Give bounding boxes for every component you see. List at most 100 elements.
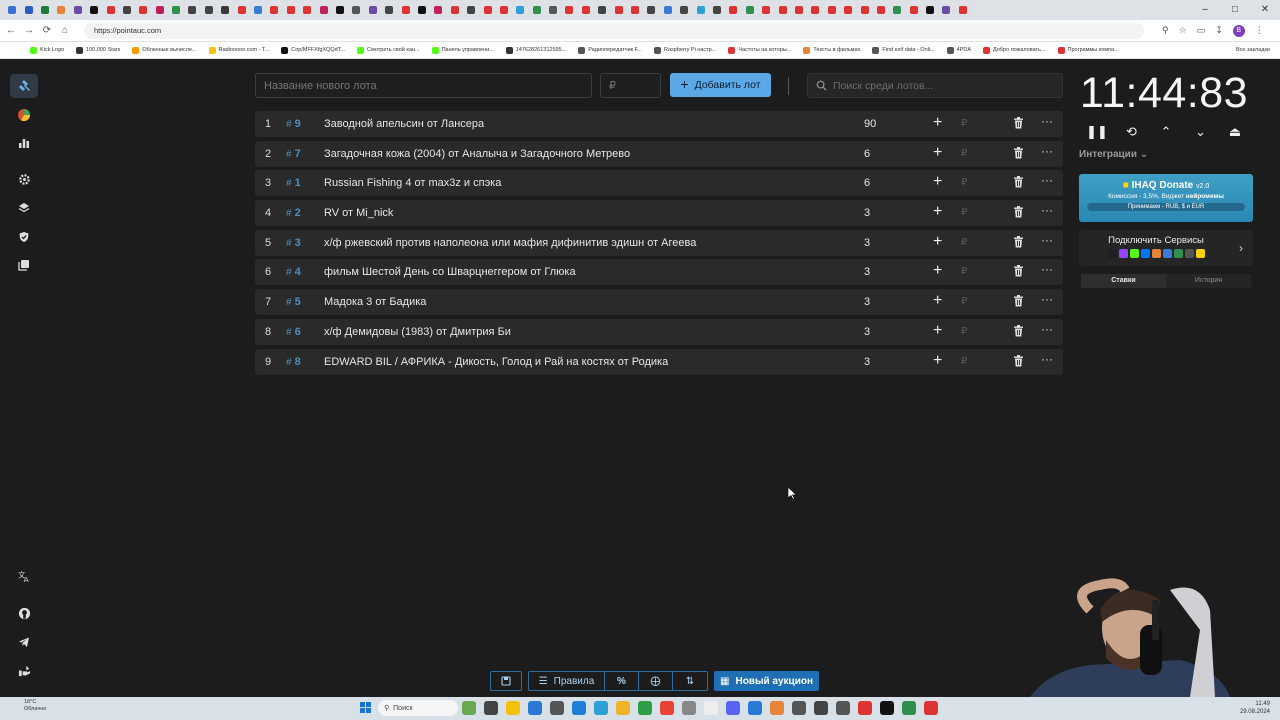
more-options-icon[interactable]: ··· (1041, 292, 1053, 306)
taskbar-app-icon[interactable] (682, 701, 696, 715)
lot-amount[interactable]: 3 (864, 237, 870, 249)
chevron-down-icon[interactable]: ⌄ (1190, 124, 1212, 140)
taskbar-app-icon[interactable] (528, 701, 542, 715)
more-options-icon[interactable]: ··· (1041, 233, 1053, 247)
bookmark-item[interactable]: Частоты на которы... (728, 46, 791, 54)
browser-tab[interactable] (463, 0, 479, 20)
browser-tab[interactable] (824, 0, 840, 20)
sidebar-wheel-button[interactable] (10, 103, 38, 127)
add-amount-button[interactable]: + (933, 352, 942, 370)
lot-name[interactable]: Загадочная кожа (2004) от Аналыча и Зага… (324, 148, 630, 160)
taskbar-app-icon[interactable] (858, 701, 872, 715)
add-amount-button[interactable]: + (933, 203, 942, 221)
more-options-icon[interactable]: ··· (1041, 114, 1053, 128)
taskbar-app-icon[interactable] (506, 701, 520, 715)
browser-tab[interactable] (676, 0, 692, 20)
browser-tab[interactable] (692, 0, 708, 20)
more-options-icon[interactable]: ··· (1041, 352, 1053, 366)
lot-amount[interactable]: 3 (864, 266, 870, 278)
browser-tab[interactable] (725, 0, 741, 20)
lot-name[interactable]: Russian Fishing 4 от max3z и спэка (324, 177, 501, 189)
connect-services-card[interactable]: Подключить Сервисы › (1079, 230, 1253, 266)
browser-tab[interactable] (37, 0, 53, 20)
browser-tab[interactable] (709, 0, 725, 20)
browser-tab[interactable] (201, 0, 217, 20)
taskbar-app-icon[interactable] (814, 701, 828, 715)
sidebar-auction-button[interactable] (10, 74, 38, 98)
menu-icon[interactable]: ⋮ (1255, 25, 1264, 36)
add-amount-button[interactable]: + (933, 114, 942, 132)
lot-amount[interactable]: 90 (864, 118, 876, 130)
delete-lot-button[interactable] (1013, 324, 1024, 340)
delete-lot-button[interactable] (1013, 146, 1024, 162)
url-field[interactable]: https://pointauc.com (84, 22, 1144, 39)
bookmark-item[interactable]: 100,000 Stars (76, 46, 120, 54)
browser-tab[interactable] (217, 0, 233, 20)
new-lot-name-input[interactable] (255, 73, 592, 98)
browser-tab[interactable] (742, 0, 758, 20)
new-auction-button[interactable]: ▦ Новый аукцион (714, 671, 819, 691)
bookmark-item[interactable]: Тексты в фильмах (803, 46, 860, 54)
bookmark-item[interactable]: Find exif data - Onli... (872, 46, 935, 54)
more-options-icon[interactable]: ··· (1041, 322, 1053, 336)
browser-tab[interactable] (397, 0, 413, 20)
weather-widget[interactable]: 18°C Облачно (24, 699, 46, 713)
taskbar-app-icon[interactable] (836, 701, 850, 715)
add-amount-button[interactable]: + (933, 262, 942, 280)
more-options-icon[interactable]: ··· (1041, 203, 1053, 217)
browser-tab[interactable] (414, 0, 430, 20)
taskbar-search[interactable]: ⚲ Поиск (378, 700, 458, 716)
browser-tab[interactable] (315, 0, 331, 20)
browser-tab[interactable] (545, 0, 561, 20)
taskbar-app-icon[interactable] (902, 701, 916, 715)
save-button[interactable] (490, 671, 522, 691)
lot-name[interactable]: Заводной апельсин от Лансера (324, 118, 484, 130)
browser-tab[interactable] (791, 0, 807, 20)
sidebar-telegram-button[interactable] (10, 630, 38, 654)
ruble-input[interactable]: ₽ (961, 148, 967, 159)
ruble-input[interactable]: ₽ (961, 296, 967, 307)
bookmark-item[interactable]: Raspberry Pi настр... (654, 46, 716, 54)
ruble-input[interactable]: ₽ (961, 356, 967, 367)
delete-lot-button[interactable] (1013, 295, 1024, 310)
taskbar-app-icon[interactable] (924, 701, 938, 715)
sidebar-layers-button[interactable] (10, 196, 38, 220)
sidebar-settings-button[interactable] (10, 167, 38, 191)
forward-icon[interactable]: → (24, 25, 34, 36)
browser-tab[interactable] (643, 0, 659, 20)
reset-icon[interactable]: ⟲ (1121, 124, 1143, 140)
pause-icon[interactable]: ❚❚ (1086, 124, 1108, 140)
add-amount-button[interactable]: + (933, 144, 942, 162)
add-amount-button[interactable]: + (933, 322, 942, 340)
lot-name[interactable]: Мадока 3 от Бадика (324, 296, 426, 308)
bookmark-item[interactable]: Радиопередатчик F... (578, 46, 642, 54)
delete-lot-button[interactable] (1013, 354, 1024, 370)
bookmark-item[interactable]: Kick Logo (30, 46, 64, 54)
rules-button[interactable]: ☰ Правила (529, 672, 605, 690)
ruble-input[interactable]: ₽ (961, 207, 967, 218)
taskbar-app-icon[interactable] (726, 701, 740, 715)
browser-tab[interactable] (578, 0, 594, 20)
more-options-icon[interactable]: ··· (1041, 262, 1053, 276)
sidebar-github-button[interactable] (10, 601, 38, 625)
lot-name[interactable]: х/ф Демидовы (1983) от Дмитрия Би (324, 326, 511, 338)
browser-tab[interactable] (660, 0, 676, 20)
browser-tab[interactable] (627, 0, 643, 20)
lot-name[interactable]: х/ф ржевский против наполеона или мафия … (324, 237, 696, 249)
browser-tab[interactable] (299, 0, 315, 20)
extensions-icon[interactable]: ▭ (1197, 25, 1206, 36)
bookmark-item[interactable]: Программы компа... (1057, 46, 1119, 54)
add-amount-button[interactable]: + (933, 292, 942, 310)
browser-tab[interactable] (266, 0, 282, 20)
taskbar-app-icon[interactable] (792, 701, 806, 715)
taskbar-app-icon[interactable] (748, 701, 762, 715)
back-icon[interactable]: ← (6, 25, 16, 36)
lot-search-input[interactable]: Поиск среди лотов... (807, 73, 1063, 98)
taskbar-app-icon[interactable] (462, 701, 476, 715)
lot-amount[interactable]: 3 (864, 207, 870, 219)
bookmark-item[interactable]: Cop/MFFXfgXQQdT... (281, 46, 345, 54)
ruble-input[interactable]: ₽ (961, 326, 967, 337)
browser-tab[interactable] (233, 0, 249, 20)
ruble-input[interactable]: ₽ (961, 266, 967, 277)
taskbar-app-icon[interactable] (594, 701, 608, 715)
